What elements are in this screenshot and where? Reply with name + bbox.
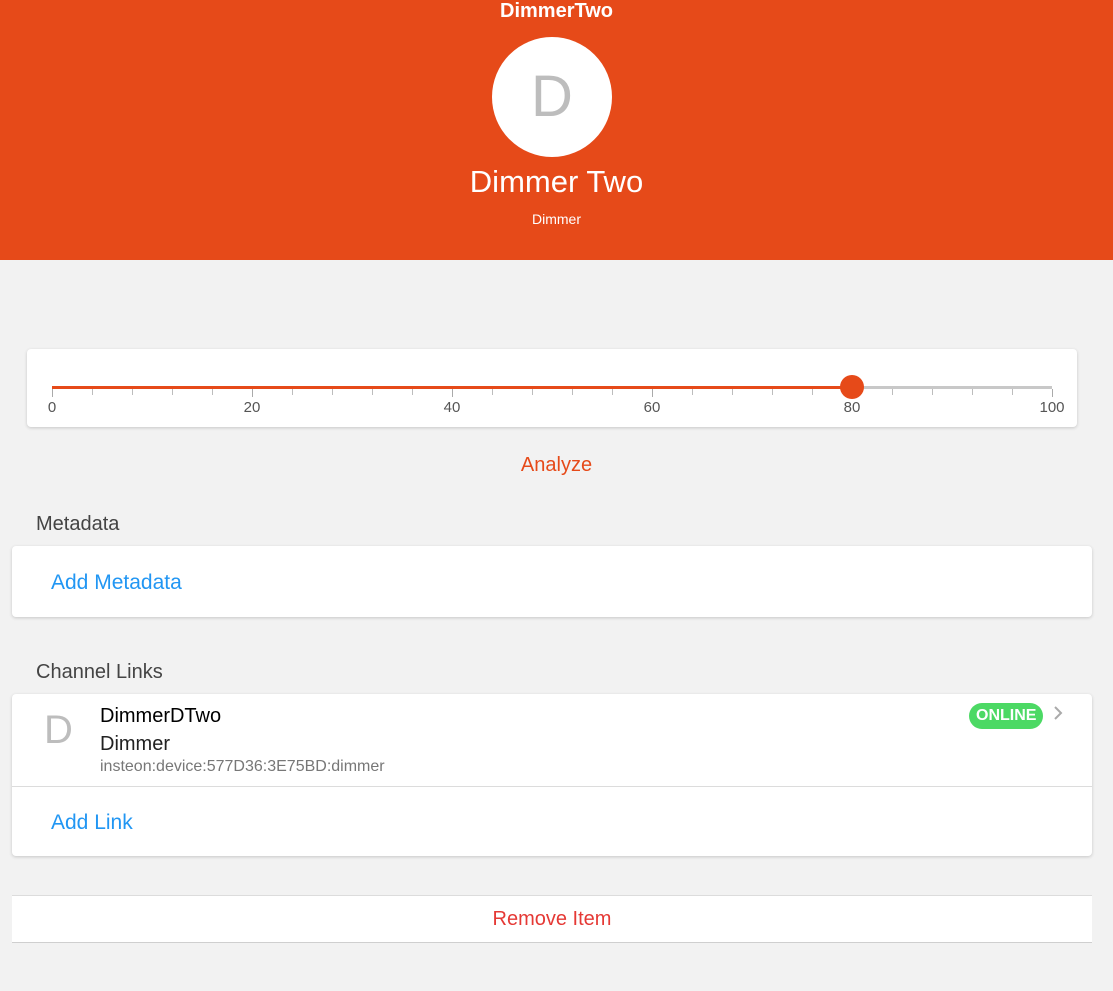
slider-tick bbox=[92, 389, 93, 395]
slider-tick bbox=[532, 389, 533, 395]
slider-tick bbox=[892, 389, 893, 395]
slider-tick bbox=[1012, 389, 1013, 395]
channel-avatar-letter: D bbox=[44, 708, 73, 752]
slider-tick-label: 60 bbox=[643, 399, 661, 416]
metadata-card: Add Metadata bbox=[12, 546, 1092, 617]
item-header: DimmerTwo D Dimmer Two Dimmer bbox=[0, 0, 1113, 260]
slider-tick bbox=[932, 389, 933, 395]
slider-tick bbox=[732, 389, 733, 395]
slider-tick bbox=[132, 389, 133, 395]
dimmer-slider-card: 0 20 40 60 80 100 bbox=[27, 349, 1077, 427]
slider-tick bbox=[252, 389, 253, 397]
channel-links-section-title: Channel Links bbox=[36, 661, 163, 683]
slider-tick bbox=[492, 389, 493, 395]
slider-tick-label: 0 bbox=[47, 399, 57, 416]
slider-tick bbox=[972, 389, 973, 395]
slider-tick bbox=[692, 389, 693, 395]
slider-tick-label: 80 bbox=[843, 399, 861, 416]
slider-tick-label: 100 bbox=[1039, 399, 1065, 416]
add-metadata-button[interactable]: Add Metadata bbox=[51, 570, 182, 596]
chevron-right-icon[interactable] bbox=[1053, 703, 1063, 725]
channel-links-card: D DimmerDTwo Dimmer insteon:device:577D3… bbox=[12, 694, 1092, 856]
slider-tick bbox=[772, 389, 773, 395]
slider-tick bbox=[652, 389, 653, 397]
slider-tick bbox=[332, 389, 333, 395]
chevron-right-icon-svg bbox=[1054, 706, 1063, 720]
item-type: Dimmer bbox=[532, 211, 581, 227]
slider-tick bbox=[452, 389, 453, 397]
channel-link-type: Dimmer bbox=[100, 733, 170, 755]
dimmer-slider-knob[interactable] bbox=[840, 375, 864, 399]
slider-tick bbox=[292, 389, 293, 395]
avatar: D bbox=[492, 37, 612, 157]
channel-link-uid: insteon:device:577D36:3E75BD:dimmer bbox=[100, 758, 385, 775]
item-label: Dimmer Two bbox=[469, 164, 644, 199]
page-title: DimmerTwo bbox=[500, 0, 613, 22]
avatar-letter: D bbox=[531, 64, 573, 129]
slider-tick bbox=[612, 389, 613, 395]
remove-item-button[interactable]: Remove Item bbox=[12, 895, 1092, 943]
channel-link-item[interactable]: D DimmerDTwo Dimmer insteon:device:577D3… bbox=[12, 694, 1092, 787]
slider-tick bbox=[1052, 389, 1053, 397]
slider-tick bbox=[52, 389, 53, 397]
slider-tick bbox=[212, 389, 213, 395]
slider-tick bbox=[172, 389, 173, 395]
channel-link-name: DimmerDTwo bbox=[100, 705, 222, 727]
dimmer-slider-track[interactable]: 0 20 40 60 80 100 bbox=[48, 375, 1065, 416]
slider-tick bbox=[372, 389, 373, 395]
slider-tick bbox=[812, 389, 813, 395]
metadata-section-title: Metadata bbox=[36, 513, 120, 535]
slider-tick-label: 20 bbox=[243, 399, 261, 416]
add-link-button[interactable]: Add Link bbox=[51, 810, 133, 836]
status-badge: ONLINE bbox=[969, 703, 1044, 729]
slider-tick-label: 40 bbox=[443, 399, 461, 416]
slider-tick bbox=[572, 389, 573, 395]
slider-tick bbox=[412, 389, 413, 395]
analyze-button[interactable]: Analyze bbox=[0, 452, 1113, 478]
